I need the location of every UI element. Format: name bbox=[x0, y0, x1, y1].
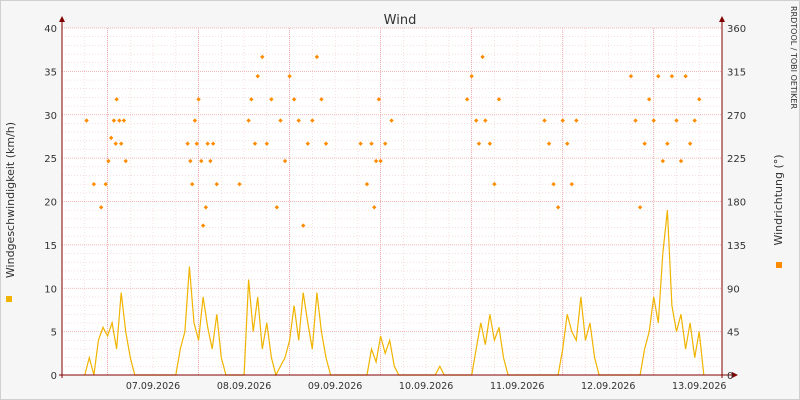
left-axis-label: Windgeschwindigkeit (km/h) bbox=[4, 122, 17, 278]
right-tick-label: 315 bbox=[727, 67, 746, 78]
right-tick-label: 90 bbox=[727, 284, 740, 295]
x-tick-label: 10.09.2026 bbox=[399, 381, 453, 392]
x-tick-label: 08.09.2026 bbox=[217, 381, 271, 392]
right-tick-label: 135 bbox=[727, 241, 746, 252]
left-tick-label: 10 bbox=[44, 284, 57, 295]
x-tick-label: 13.09.2026 bbox=[672, 381, 726, 392]
wind-chart: 0 5 10 15 20 25 30 35 40 0 45 90 135 180 225 270 315 360 0… bbox=[4, 6, 798, 392]
right-tick-label: 360 bbox=[727, 24, 746, 35]
grid bbox=[61, 27, 723, 376]
right-axis-label: Windrichtung (°) bbox=[772, 154, 785, 245]
left-tick-label: 30 bbox=[44, 111, 57, 122]
x-tick-label: 07.09.2026 bbox=[126, 381, 180, 392]
left-axis-arrow bbox=[59, 16, 65, 22]
left-tick-label: 20 bbox=[44, 198, 57, 209]
right-tick-label: 270 bbox=[727, 111, 746, 122]
right-tick-label: 45 bbox=[727, 328, 740, 339]
direction-legend-swatch bbox=[776, 262, 782, 268]
right-tick-label: 180 bbox=[727, 198, 746, 209]
right-tick-label: 0 bbox=[727, 371, 733, 382]
left-tick-label: 40 bbox=[44, 24, 57, 35]
left-tick-label: 25 bbox=[44, 154, 57, 165]
chart-title: Wind bbox=[384, 13, 417, 28]
speed-legend-swatch bbox=[6, 296, 12, 302]
left-tick-label: 5 bbox=[51, 328, 57, 339]
left-tick-label: 35 bbox=[44, 67, 57, 78]
x-tick-label: 12.09.2026 bbox=[581, 381, 635, 392]
x-tick-label: 09.09.2026 bbox=[308, 381, 362, 392]
left-tick-label: 0 bbox=[51, 371, 57, 382]
x-tick-label: 11.09.2026 bbox=[490, 381, 544, 392]
right-axis-arrow bbox=[719, 16, 725, 22]
watermark: RRDTOOL / TOBI OETIKER bbox=[789, 6, 798, 109]
left-tick-label: 15 bbox=[44, 241, 57, 252]
right-tick-label: 225 bbox=[727, 154, 746, 165]
